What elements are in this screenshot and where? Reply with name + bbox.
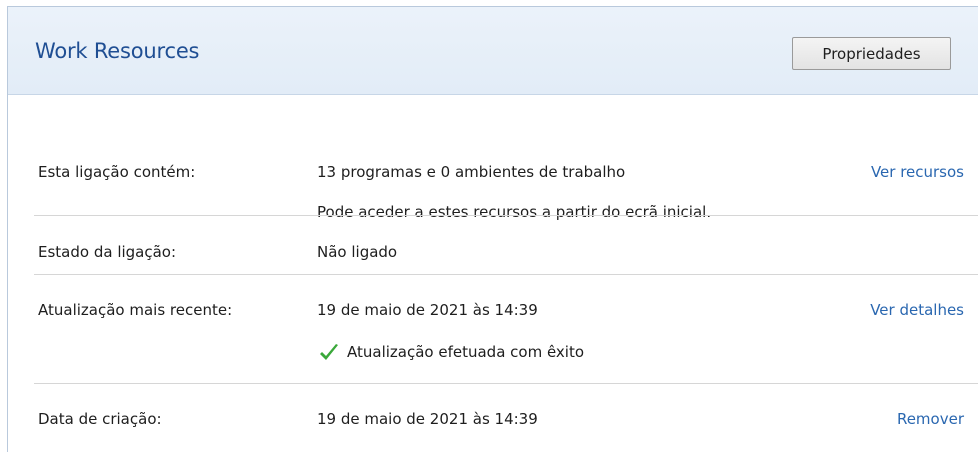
- last-update-label: Atualização mais recente:: [38, 301, 233, 319]
- created-value: 19 de maio de 2021 às 14:39: [317, 410, 538, 428]
- update-result-text: Atualização efetuada com êxito: [347, 343, 585, 361]
- connection-details-panel: Work Resources Propriedades Esta ligação…: [7, 6, 978, 452]
- view-details-link[interactable]: Ver detalhes: [870, 301, 964, 319]
- contents-value: 13 programas e 0 ambientes de trabalho: [317, 163, 626, 181]
- properties-button[interactable]: Propriedades: [792, 37, 951, 70]
- created-label: Data de criação:: [38, 410, 162, 428]
- checkmark-icon: [320, 344, 338, 360]
- status-label: Estado da ligação:: [38, 243, 177, 261]
- divider: [34, 274, 978, 275]
- connection-title: Work Resources: [35, 39, 200, 63]
- remove-link[interactable]: Remover: [897, 410, 964, 428]
- divider: [34, 383, 978, 384]
- view-resources-link[interactable]: Ver recursos: [871, 163, 964, 181]
- divider: [34, 215, 978, 216]
- last-update-value: 19 de maio de 2021 às 14:39: [317, 301, 538, 319]
- status-value: Não ligado: [317, 243, 398, 261]
- panel-header: Work Resources Propriedades: [8, 7, 978, 95]
- contents-note: Pode aceder a estes recursos a partir do…: [317, 203, 712, 221]
- contents-label: Esta ligação contém:: [38, 163, 196, 181]
